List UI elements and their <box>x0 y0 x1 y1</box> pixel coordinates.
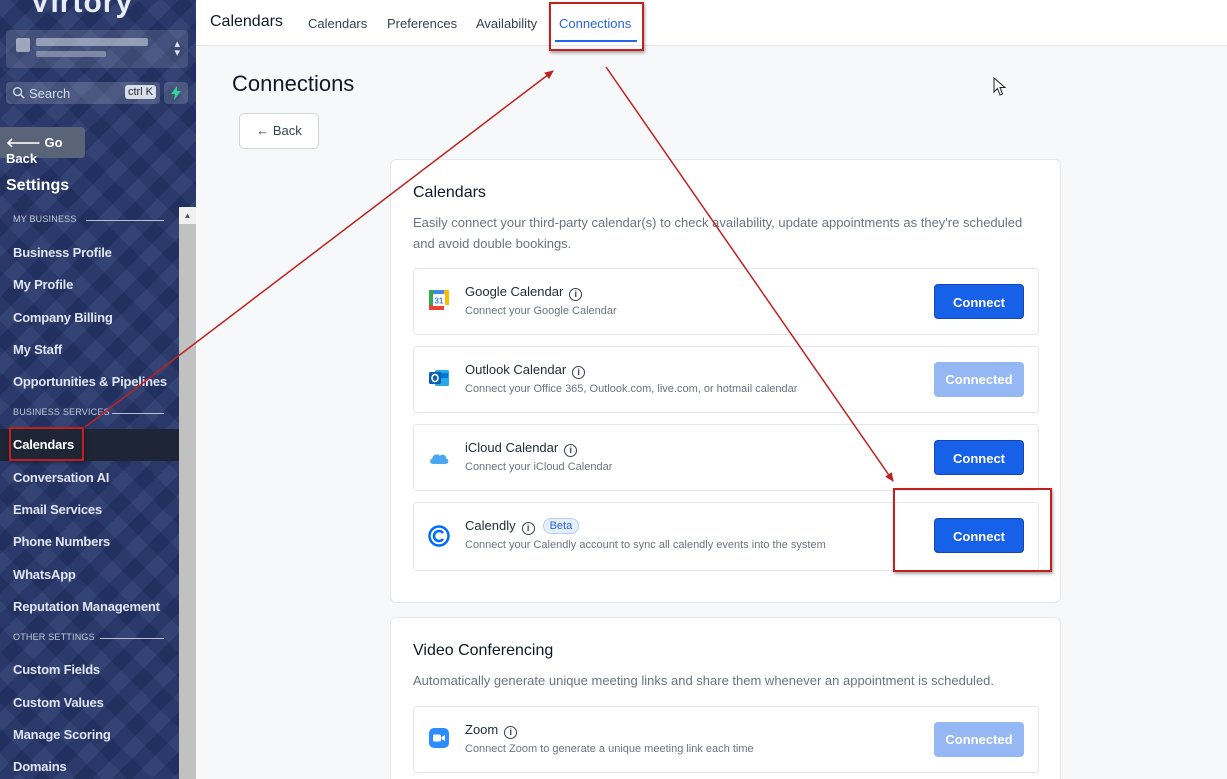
integration-name-text: Google Calendar <box>465 284 564 299</box>
sidebar-item-whatsapp[interactable]: WhatsApp <box>13 567 76 582</box>
sidebar-item-email-services[interactable]: Email Services <box>13 502 102 517</box>
quick-action-button[interactable] <box>164 82 188 104</box>
integration-name-text: iCloud Calendar <box>465 440 559 455</box>
search-input[interactable]: Search ctrl K <box>6 82 160 104</box>
connect-google-button[interactable]: Connect <box>934 284 1024 319</box>
outlook-icon <box>429 370 449 386</box>
calendly-icon <box>428 525 450 547</box>
go-back-button[interactable]: 🡐 Go Back <box>0 127 85 166</box>
sidebar-item-opportunities[interactable]: Opportunities & Pipelines <box>13 374 167 389</box>
sidebar-item-company-billing[interactable]: Company Billing <box>13 310 113 325</box>
arrow-left-icon: 🡐 <box>6 135 41 150</box>
calendars-card: Calendars Easily connect your third-part… <box>390 159 1061 603</box>
arrow-left-icon: ← <box>256 123 270 138</box>
integration-row-google: 31 Google Calendar i Connect your Google … <box>413 268 1039 335</box>
info-icon[interactable]: i <box>564 444 578 457</box>
card-description: Automatically generate unique meeting li… <box>413 673 995 688</box>
tab-availability[interactable]: Availability <box>476 16 537 31</box>
sidebar-item-custom-values[interactable]: Custom Values <box>13 695 104 710</box>
section-my-business: MY BUSINESS <box>13 214 77 224</box>
sidebar-item-custom-fields[interactable]: Custom Fields <box>13 662 100 677</box>
sidebar-item-reputation[interactable]: Reputation Management <box>13 599 160 614</box>
integration-row-outlook: Outlook Calendar i Connect your Office 36… <box>413 346 1039 413</box>
app-logo: Virtory <box>30 0 134 19</box>
info-icon[interactable]: i <box>569 288 583 301</box>
integration-description: Connect your iCloud Calendar <box>465 461 613 473</box>
sidebar-item-phone-numbers[interactable]: Phone Numbers <box>13 534 110 549</box>
info-icon[interactable]: i <box>521 522 535 535</box>
card-description: Easily connect your third-party calendar… <box>413 215 1023 251</box>
tab-connections[interactable]: Connections <box>559 16 631 31</box>
card-title: Video Conferencing <box>413 642 554 659</box>
integration-name: Outlook Calendar i <box>465 362 586 379</box>
integration-row-zoom: Zoom i Connect Zoom to generate a unique … <box>413 706 1039 773</box>
sidebar-item-my-staff[interactable]: My Staff <box>13 342 62 357</box>
divider <box>86 220 164 221</box>
divider <box>100 638 164 639</box>
sidebar-item-domains[interactable]: Domains <box>13 759 67 774</box>
sidebar-item-my-profile[interactable]: My Profile <box>13 277 73 292</box>
mouse-cursor-icon <box>993 77 1007 96</box>
info-icon[interactable]: i <box>572 366 586 379</box>
settings-title: Settings <box>6 177 70 194</box>
tab-preferences[interactable]: Preferences <box>387 16 457 31</box>
integration-name-text: Outlook Calendar <box>465 362 567 377</box>
integration-name: Zoom i <box>465 722 518 739</box>
section-other-settings: OTHER SETTINGS <box>13 632 95 642</box>
page-section-title: Calendars <box>210 13 283 30</box>
account-subtitle-redacted <box>36 51 106 57</box>
sidebar-item-calendars[interactable]: Calendars <box>13 437 74 452</box>
outlook-connected-button[interactable]: Connected <box>934 362 1024 397</box>
active-tab-indicator <box>555 40 637 42</box>
back-label: Back <box>272 123 302 138</box>
divider <box>112 413 164 414</box>
integration-description: Connect Zoom to generate a unique meetin… <box>465 743 754 755</box>
integration-row-calendly: Calendly i Beta Connect your Calendly acco… <box>413 502 1039 571</box>
info-icon[interactable]: i <box>504 726 518 739</box>
zoom-icon <box>429 728 449 748</box>
card-title: Calendars <box>413 184 486 201</box>
search-shortcut: ctrl K <box>124 85 156 99</box>
sidebar-item-manage-scoring[interactable]: Manage Scoring <box>13 727 111 742</box>
video-conferencing-card: Video Conferencing Automatically generat… <box>390 617 1061 779</box>
connect-calendly-button[interactable]: Connect <box>934 518 1024 553</box>
integration-description: Connect your Office 365, Outlook.com, li… <box>465 383 798 395</box>
integration-name: Calendly i Beta <box>465 518 580 535</box>
account-name-redacted <box>36 38 148 46</box>
beta-badge: Beta <box>542 518 580 534</box>
search-icon <box>12 86 25 99</box>
account-switcher[interactable]: ▴ ▾ <box>6 30 188 68</box>
sidebar-scrollbar[interactable]: ▲ <box>179 207 196 779</box>
top-bar: Calendars Calendars Preferences Availabi… <box>196 0 1227 46</box>
section-business-services: BUSINESS SERVICES <box>13 407 110 417</box>
sidebar-item-conversation-ai[interactable]: Conversation AI <box>13 470 109 485</box>
integration-description: Connect your Calendly account to sync al… <box>465 539 826 551</box>
icloud-icon <box>430 454 449 464</box>
integration-name-text: Calendly <box>465 518 516 533</box>
connect-icloud-button[interactable]: Connect <box>934 440 1024 475</box>
integration-row-icloud: iCloud Calendar i Connect your iCloud Cal… <box>413 424 1039 491</box>
tab-calendars[interactable]: Calendars <box>308 16 367 31</box>
back-button[interactable]: ← Back <box>239 113 319 149</box>
integration-name: iCloud Calendar i <box>465 440 578 457</box>
account-avatar <box>16 38 30 52</box>
page-title: Connections <box>232 71 355 96</box>
google-calendar-icon: 31 <box>429 290 449 310</box>
bolt-icon <box>171 86 181 100</box>
integration-name: Google Calendar i <box>465 284 583 301</box>
scroll-up-icon[interactable]: ▲ <box>179 207 196 224</box>
integration-name-text: Zoom <box>465 722 499 737</box>
integration-description: Connect your Google Calendar <box>465 305 617 317</box>
zoom-connected-button[interactable]: Connected <box>934 722 1024 757</box>
sidebar-item-business-profile[interactable]: Business Profile <box>13 245 112 260</box>
svg-text:31: 31 <box>435 297 444 306</box>
search-placeholder: Search <box>29 86 71 101</box>
sidebar: Virtory ▴ ▾ Search ctrl K 🡐 Go Back Setti… <box>0 0 196 779</box>
chevron-updown-icon: ▴ ▾ <box>174 38 180 59</box>
